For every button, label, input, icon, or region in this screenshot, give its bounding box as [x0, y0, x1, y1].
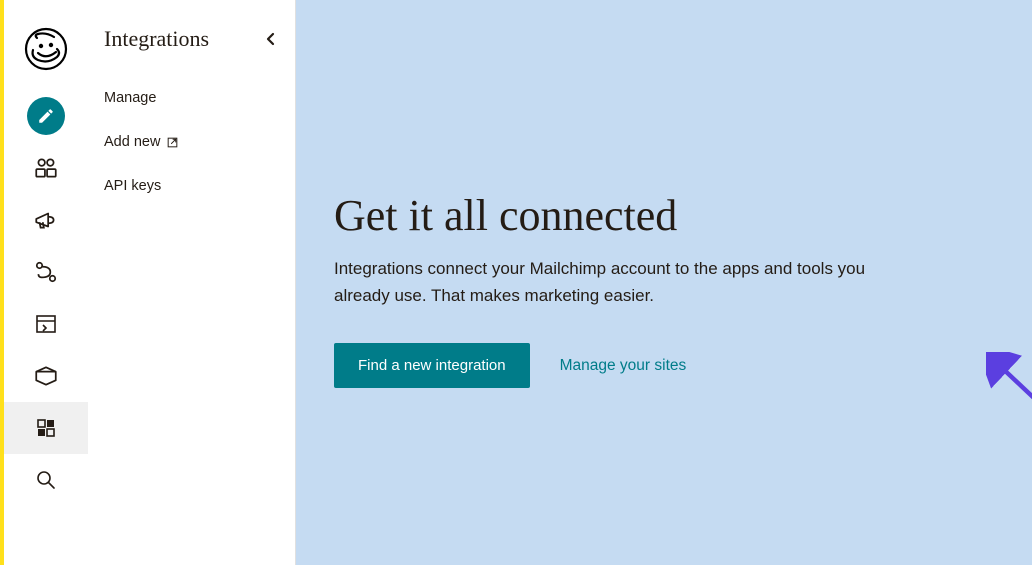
freddie-logo-icon	[24, 27, 68, 71]
subnav-item-label: API keys	[104, 178, 161, 194]
audience-icon	[33, 155, 59, 181]
icon-rail	[4, 0, 88, 565]
subnav-item-label: Add new	[104, 134, 160, 150]
rail-automations[interactable]	[4, 246, 88, 298]
rail-audience[interactable]	[4, 142, 88, 194]
content-icon	[33, 363, 59, 389]
subnav-item-label: Manage	[104, 90, 156, 106]
page-heading: Get it all connected	[334, 190, 1032, 241]
megaphone-icon	[33, 207, 59, 233]
page-subtitle: Integrations connect your Mailchimp acco…	[334, 255, 894, 309]
website-icon	[34, 312, 58, 336]
cta-row: Find a new integration Manage your sites	[334, 343, 1032, 388]
pencil-icon	[37, 107, 55, 125]
chevron-left-icon	[265, 32, 275, 46]
manage-sites-link[interactable]: Manage your sites	[560, 357, 687, 375]
external-link-icon	[166, 136, 179, 149]
subnav-title: Integrations	[92, 26, 209, 52]
integrations-icon	[34, 416, 58, 440]
subnav-item-manage[interactable]: Manage	[88, 76, 295, 120]
rail-content[interactable]	[4, 350, 88, 402]
subnav-panel: Integrations Manage Add new API keys	[88, 0, 296, 565]
rail-search[interactable]	[4, 454, 88, 506]
rail-create[interactable]	[4, 90, 88, 142]
main-content: Get it all connected Integrations connec…	[296, 0, 1032, 565]
rail-integrations[interactable]	[4, 402, 88, 454]
rail-campaigns[interactable]	[4, 194, 88, 246]
subnav-item-api-keys[interactable]: API keys	[88, 164, 295, 208]
rail-website[interactable]	[4, 298, 88, 350]
subnav-item-add-new[interactable]: Add new	[88, 120, 295, 164]
search-icon	[34, 468, 58, 492]
journey-icon	[33, 259, 59, 285]
collapse-subnav-button[interactable]	[265, 32, 275, 46]
subnav-header: Integrations	[88, 26, 295, 76]
brand-logo[interactable]	[4, 18, 88, 80]
find-integration-button[interactable]: Find a new integration	[334, 343, 530, 388]
